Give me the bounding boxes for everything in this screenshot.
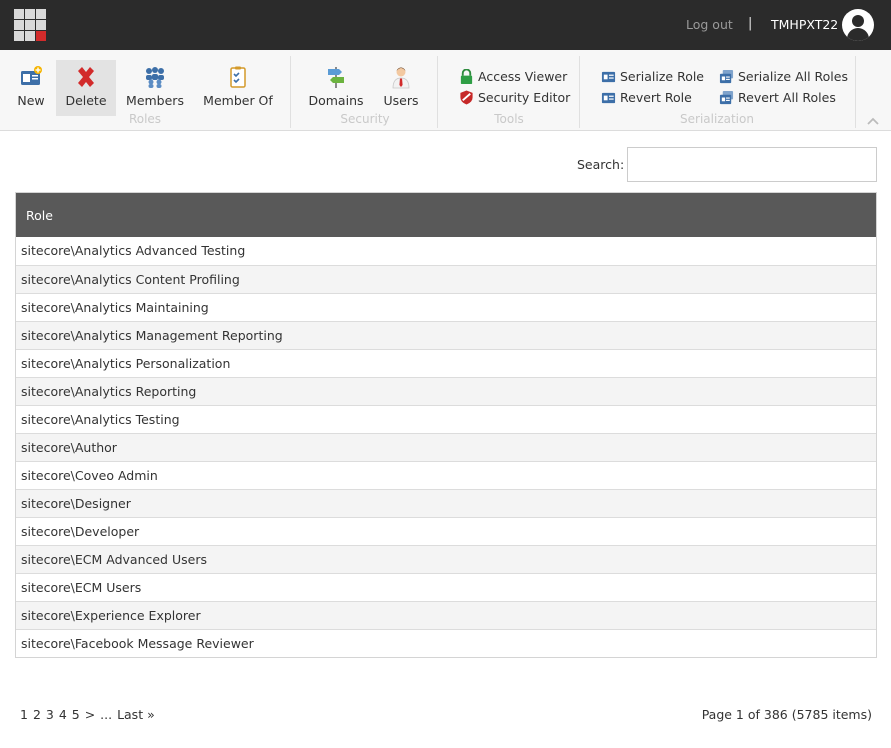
group-label-serialization: Serialization <box>680 112 754 126</box>
group-divider <box>290 56 291 128</box>
table-row[interactable]: sitecore\Author <box>16 433 876 461</box>
domains-button[interactable]: Domains <box>305 60 367 116</box>
username: TMHPXT22 <box>771 17 839 32</box>
members-button[interactable]: Members <box>124 60 186 116</box>
padlock-icon <box>460 69 473 84</box>
domains-button-label: Domains <box>308 93 364 108</box>
new-role-icon <box>21 66 42 85</box>
pager-ellipsis[interactable]: ... <box>100 707 112 722</box>
avatar-icon[interactable] <box>842 9 874 41</box>
top-bar: Log out | TMHPXT22 <box>0 0 891 50</box>
table-row[interactable]: sitecore\Analytics Management Reporting <box>16 321 876 349</box>
table-row[interactable]: sitecore\Developer <box>16 517 876 545</box>
member-of-button[interactable]: Member Of <box>200 60 276 116</box>
pager: 1 2 3 4 5 > ... Last » <box>20 707 156 722</box>
delete-button-label: Delete <box>65 93 107 108</box>
roles-table: Role sitecore\Analytics Advanced Testing… <box>15 192 877 658</box>
serialize-role-icon <box>601 71 616 83</box>
table-row[interactable]: sitecore\Analytics Content Profiling <box>16 265 876 293</box>
launchpad-icon[interactable] <box>14 9 47 42</box>
table-row[interactable]: sitecore\ECM Advanced Users <box>16 545 876 573</box>
search-label: Search: <box>577 157 625 172</box>
users-button[interactable]: Users <box>378 60 424 116</box>
members-icon <box>146 67 164 88</box>
users-button-label: Users <box>383 93 419 108</box>
page-link[interactable]: 3 <box>46 707 54 722</box>
page-link[interactable]: 5 <box>72 707 80 722</box>
group-label-roles: Roles <box>128 112 162 126</box>
shield-icon <box>460 90 473 105</box>
group-label-tools: Tools <box>494 112 524 126</box>
table-row[interactable]: sitecore\Analytics Testing <box>16 405 876 433</box>
new-button[interactable]: New <box>8 60 54 116</box>
table-row[interactable]: sitecore\Analytics Advanced Testing <box>16 237 876 265</box>
column-header-role[interactable]: Role <box>16 193 876 237</box>
page-info: Page 1 of 386 (5785 items) <box>701 707 872 722</box>
serialize-all-roles-icon <box>719 69 734 84</box>
table-row[interactable]: sitecore\Facebook Message Reviewer <box>16 629 876 657</box>
group-divider <box>855 56 856 128</box>
header-separator: | <box>748 16 753 31</box>
table-row[interactable]: sitecore\Experience Explorer <box>16 601 876 629</box>
collapse-ribbon-chevron-up-icon[interactable] <box>866 116 880 126</box>
serialize-role-label: Serialize Role <box>620 69 705 84</box>
table-row[interactable]: sitecore\Analytics Personalization <box>16 349 876 377</box>
ribbon: New Delete Members Member Of Roles Domai… <box>0 50 891 131</box>
page-link[interactable]: 4 <box>59 707 67 722</box>
access-viewer-label: Access Viewer <box>478 69 568 84</box>
table-row[interactable]: sitecore\Analytics Maintaining <box>16 293 876 321</box>
group-label-security: Security <box>340 112 390 126</box>
new-button-label: New <box>17 93 45 108</box>
serialize-all-roles-label: Serialize All Roles <box>738 69 848 84</box>
table-row[interactable]: sitecore\Coveo Admin <box>16 461 876 489</box>
user-icon <box>392 67 410 89</box>
logout-link[interactable]: Log out <box>686 17 733 32</box>
members-button-label: Members <box>126 93 184 108</box>
revert-all-roles-label: Revert All Roles <box>738 90 836 105</box>
delete-x-icon <box>78 67 94 87</box>
page-link[interactable]: 1 <box>20 707 28 722</box>
member-of-button-label: Member Of <box>203 93 273 108</box>
table-row[interactable]: sitecore\ECM Users <box>16 573 876 601</box>
last-page-link[interactable]: Last » <box>117 707 155 722</box>
delete-button[interactable]: Delete <box>56 60 116 116</box>
security-editor-label: Security Editor <box>478 90 571 105</box>
revert-role-label: Revert Role <box>620 90 692 105</box>
table-row[interactable]: sitecore\Designer <box>16 489 876 517</box>
roles-table-body: sitecore\Analytics Advanced Testing sitec… <box>16 237 876 657</box>
revert-role-icon <box>601 92 616 104</box>
domains-signpost-icon <box>328 67 344 88</box>
table-row[interactable]: sitecore\Analytics Reporting <box>16 377 876 405</box>
next-page-link[interactable]: > <box>85 707 95 722</box>
group-divider <box>437 56 438 128</box>
search-input[interactable] <box>627 147 877 182</box>
clipboard-check-icon <box>230 66 246 88</box>
revert-all-roles-icon <box>719 90 734 105</box>
group-divider <box>579 56 580 128</box>
page-link[interactable]: 2 <box>33 707 41 722</box>
